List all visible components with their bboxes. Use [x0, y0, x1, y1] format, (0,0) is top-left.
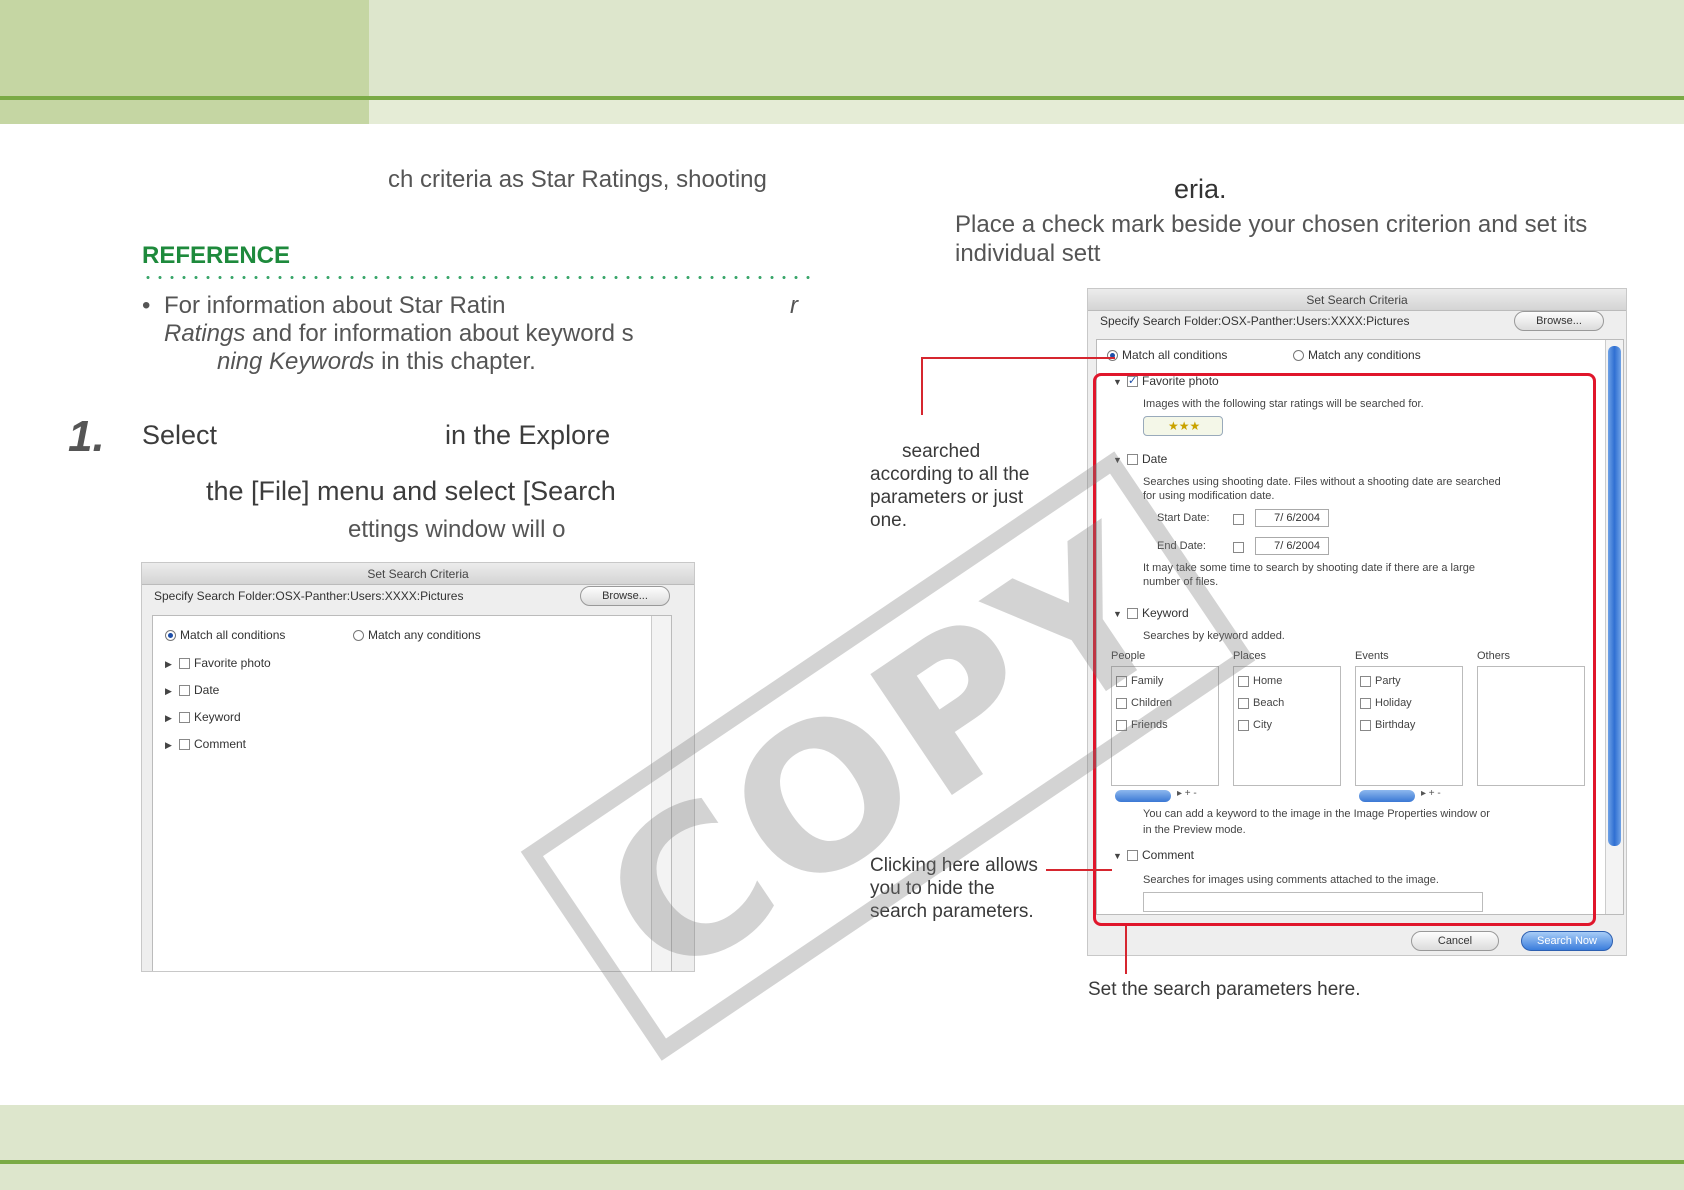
browse-button[interactable]: Browse... — [1514, 311, 1604, 331]
radio-selected-icon — [1107, 350, 1118, 362]
match-all-label: Match all conditions — [1122, 348, 1228, 362]
reference-line1-tail: r — [790, 292, 798, 319]
callout-leader — [1125, 926, 1127, 974]
criterion-label: Keyword — [194, 710, 241, 724]
criterion-label: Date — [194, 683, 220, 697]
reference-line3: ning Keywords in this chapter. — [217, 348, 536, 376]
checkbox-icon[interactable] — [179, 658, 190, 670]
step-line3: ettings window will o — [348, 516, 566, 543]
reference-title: REFERENCE — [142, 242, 291, 269]
annotation-line: searched — [902, 441, 981, 462]
search-now-button[interactable]: Search Now — [1521, 931, 1613, 951]
criterion-favorite-photo[interactable]: ▶ Favorite photo — [165, 656, 271, 670]
reference-line2-italic: Ratings — [164, 320, 246, 347]
match-all-label: Match all conditions — [180, 628, 286, 642]
criterion-date[interactable]: ▶ Date — [165, 683, 219, 697]
criterion-label: Favorite photo — [194, 656, 271, 670]
header-tab — [0, 0, 369, 124]
criterion-label: Comment — [194, 737, 247, 751]
checkbox-icon[interactable] — [179, 712, 190, 724]
step-line2: the [File] menu and select [Search — [206, 476, 616, 506]
reference-dotted-rule — [142, 276, 814, 279]
right-para-line1: Place a check mark beside your chosen cr… — [955, 211, 1588, 238]
intro-fragment: ch criteria as Star Ratings, shooting — [388, 166, 767, 193]
callout-leader — [1046, 869, 1112, 871]
disclosure-right-icon[interactable]: ▶ — [165, 659, 179, 670]
reference-bullet: • — [142, 292, 151, 319]
disclosure-right-icon[interactable]: ▶ — [165, 686, 179, 697]
match-all-option[interactable]: Match all conditions — [165, 628, 285, 642]
reference-line1: For information about Star Ratin — [164, 292, 506, 319]
checkbox-icon[interactable] — [179, 739, 190, 751]
match-all-option[interactable]: Match all conditions — [1107, 348, 1227, 362]
radio-icon — [1293, 350, 1304, 362]
annotation-set: Set the search parameters here. — [1088, 979, 1361, 1000]
disclosure-right-icon[interactable]: ▶ — [165, 713, 179, 724]
reference-line3-rest: in this chapter. — [381, 348, 536, 375]
cancel-button[interactable]: Cancel — [1411, 931, 1499, 951]
callout-leader — [921, 357, 923, 415]
reference-line2: Ratings and for information about keywor… — [164, 320, 634, 348]
step-line1-a: Select — [142, 420, 218, 450]
footer-band — [0, 1105, 1684, 1190]
header-subband — [369, 100, 1684, 124]
search-folder-label: Specify Search Folder:OSX-Panther:Users:… — [154, 589, 464, 603]
right-heading: eria. — [1174, 174, 1227, 204]
match-any-label: Match any conditions — [1308, 348, 1421, 362]
dialog-title: Set Search Criteria — [1088, 289, 1626, 311]
annotation-line: search parameters. — [870, 901, 1034, 922]
reference-line3-italic: ning Keywords — [217, 348, 375, 375]
scrollbar-thumb[interactable] — [1608, 346, 1621, 846]
step-number: 1. — [68, 412, 105, 461]
match-any-option[interactable]: Match any conditions — [353, 628, 481, 642]
footer-rule — [0, 1160, 1684, 1164]
radio-selected-icon — [165, 630, 176, 642]
radio-icon — [353, 630, 364, 642]
search-folder-label: Specify Search Folder:OSX-Panther:Users:… — [1100, 314, 1410, 328]
annotation-line: parameters or just — [870, 487, 1024, 508]
step-line1-b: in the Explore — [445, 420, 611, 450]
annotation-line: according to all the — [870, 464, 1030, 485]
right-para-line2: individual sett — [955, 240, 1101, 267]
match-any-label: Match any conditions — [368, 628, 481, 642]
browse-button[interactable]: Browse... — [580, 586, 670, 606]
criterion-keyword[interactable]: ▶ Keyword — [165, 710, 241, 724]
callout-leader — [921, 357, 1115, 359]
checkbox-icon[interactable] — [179, 685, 190, 697]
criterion-comment[interactable]: ▶ Comment — [165, 737, 246, 751]
match-any-option[interactable]: Match any conditions — [1293, 348, 1421, 362]
dialog-title: Set Search Criteria — [142, 563, 694, 585]
reference-line2-rest: and for information about keyword s — [252, 320, 634, 347]
disclosure-right-icon[interactable]: ▶ — [165, 740, 179, 751]
scrollbar[interactable] — [1605, 340, 1623, 914]
